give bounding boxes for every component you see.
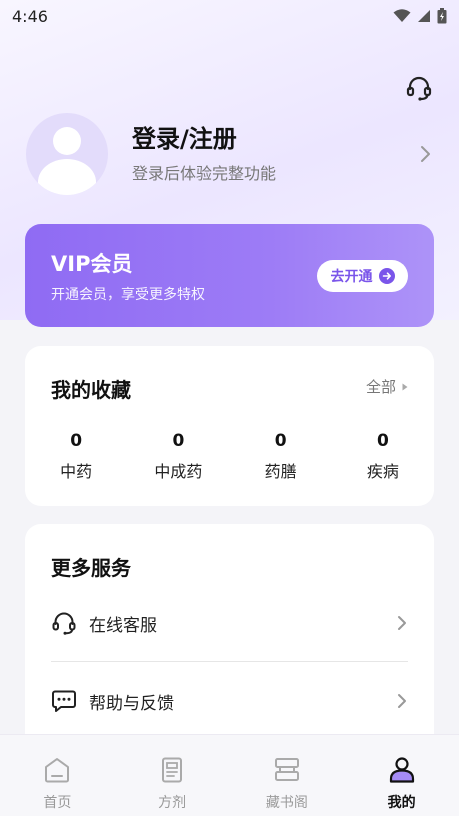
vip-subtitle: 开通会员，享受更多特权 [51, 287, 205, 303]
profile-screen: 4:46 登录/注册 登录后体验完整功能 VIP会员 开通会员，享受更多特权 去… [0, 0, 459, 816]
login-profile-row[interactable]: 登录/注册 登录后体验完整功能 [26, 112, 436, 196]
stat-label: 疾病 [366, 462, 399, 481]
stat-value: 0 [274, 431, 287, 451]
status-bar: 4:46 [0, 0, 459, 32]
vip-activate-button[interactable]: 去开通 [317, 260, 408, 292]
nav-label: 藏书阁 [265, 795, 308, 811]
login-register-title[interactable]: 登录/注册 [132, 124, 418, 154]
vip-title: VIP会员 [51, 252, 133, 276]
nav-label: 方剂 [158, 795, 187, 811]
service-label: 在线客服 [89, 615, 157, 636]
chevron-right-icon [398, 616, 406, 630]
avatar-head [53, 127, 81, 155]
stat-value: 0 [376, 431, 389, 451]
chat-icon [52, 690, 76, 712]
stat-value: 0 [70, 431, 83, 451]
more-services-card: 更多服务 在线客服 帮助与反馈 [25, 524, 434, 764]
signal-icon [418, 10, 430, 22]
document-icon [162, 757, 183, 783]
battery-icon [437, 8, 447, 24]
service-label: 帮助与反馈 [89, 693, 174, 714]
home-icon [45, 758, 70, 783]
services-title: 更多服务 [51, 556, 131, 580]
favorites-title: 我的收藏 [51, 378, 131, 402]
chevron-right-icon [398, 694, 406, 708]
nav-label: 我的 [387, 795, 416, 811]
bottom-navigation: 首页 方剂 藏书阁 我的 [0, 734, 459, 816]
status-icons [393, 8, 447, 24]
vip-activate-label: 去开通 [330, 269, 373, 285]
nav-prescriptions[interactable]: 方剂 [115, 735, 230, 816]
favorites-all-link[interactable]: 全部 [366, 376, 408, 397]
stat-value: 0 [172, 431, 185, 451]
nav-mine[interactable]: 我的 [344, 735, 459, 816]
nav-home[interactable]: 首页 [0, 735, 115, 816]
favorites-all-label: 全部 [365, 378, 396, 396]
service-online-support[interactable]: 在线客服 [51, 603, 408, 643]
headset-icon [52, 612, 76, 635]
chevron-right-icon[interactable] [418, 144, 432, 164]
login-subtitle: 登录后体验完整功能 [132, 164, 277, 183]
nav-label: 首页 [43, 795, 72, 811]
status-time: 4:46 [12, 6, 48, 26]
nav-library[interactable]: 藏书阁 [230, 735, 345, 816]
divider [51, 661, 408, 662]
stat-label: 中成药 [154, 462, 203, 481]
caret-right-icon [402, 383, 408, 390]
headset-icon[interactable] [405, 74, 433, 102]
profile-icon [389, 757, 414, 783]
bookshelf-icon [274, 758, 299, 781]
favorite-stat-patent-medicine[interactable]: 0 中成药 [127, 430, 229, 482]
favorite-stat-diseases[interactable]: 0 疾病 [332, 430, 434, 482]
favorites-stats: 0 中药 0 中成药 0 药膳 0 疾病 [25, 430, 434, 482]
favorites-card: 我的收藏 全部 0 中药 0 中成药 0 药膳 0 疾病 [25, 346, 434, 506]
profile-text: 登录/注册 登录后体验完整功能 [132, 124, 418, 184]
stat-label: 药膳 [264, 462, 297, 481]
favorite-stat-medicated-diet[interactable]: 0 药膳 [230, 430, 332, 482]
stat-label: 中药 [60, 462, 93, 481]
favorite-stat-herbs[interactable]: 0 中药 [25, 430, 127, 482]
vip-membership-card[interactable]: VIP会员 开通会员，享受更多特权 去开通 [25, 224, 434, 327]
avatar-body [38, 159, 96, 195]
avatar[interactable] [26, 113, 108, 195]
wifi-icon [393, 9, 411, 22]
service-help-feedback[interactable]: 帮助与反馈 [51, 681, 408, 721]
arrow-right-circle-icon [378, 268, 395, 284]
